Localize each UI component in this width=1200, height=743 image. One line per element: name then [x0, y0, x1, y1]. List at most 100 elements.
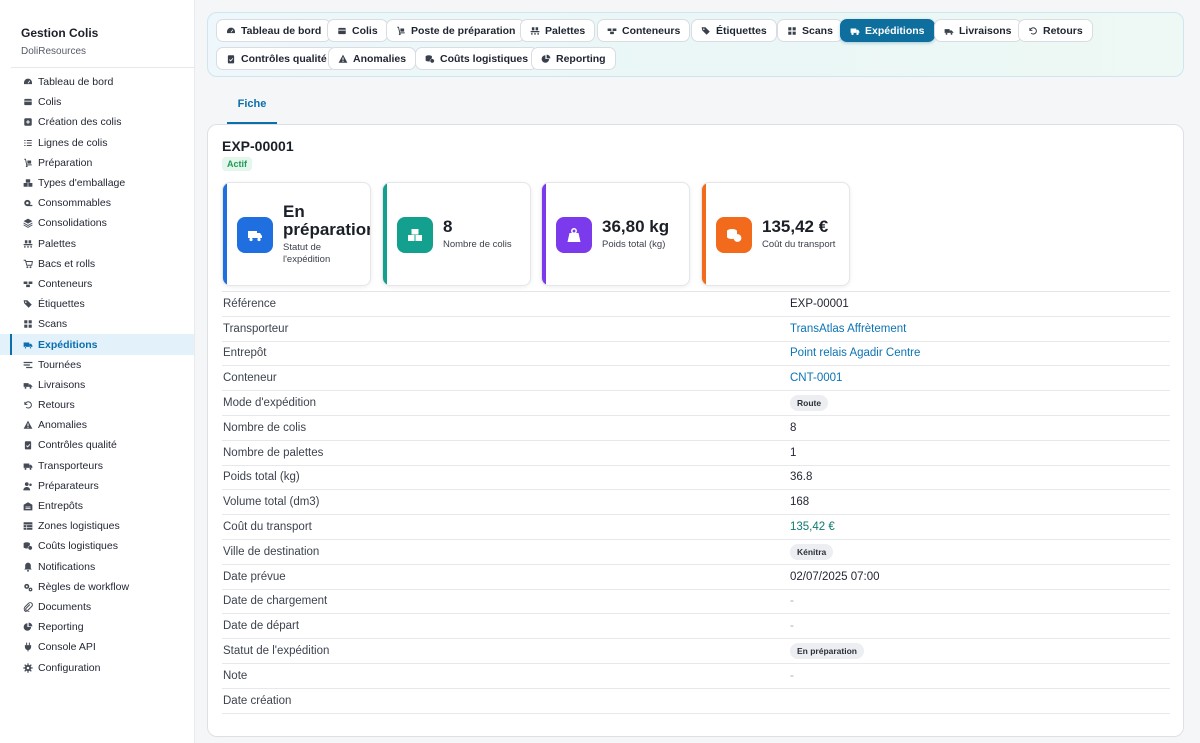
sidebar-item-reporting[interactable]: Reporting — [0, 617, 194, 637]
sidebar-item-colis[interactable]: Colis — [0, 92, 194, 112]
tab-label: Colis — [352, 24, 378, 37]
pie-chart-icon — [541, 54, 551, 64]
detail-value: - — [790, 595, 794, 608]
tab-conteneurs[interactable]: Conteneurs — [597, 19, 691, 42]
sidebar-item-lignes-de-colis[interactable]: Lignes de colis — [0, 133, 194, 153]
detail-row: Nombre de palettes 1 — [222, 441, 1170, 466]
tags-icon — [23, 299, 33, 309]
boxes-icon — [397, 217, 433, 253]
sidebar-item-documents[interactable]: Documents — [0, 597, 194, 617]
sidebar-item-zones-logistiques[interactable]: Zones logistiques — [0, 516, 194, 536]
detail-row: Ville de destination Kénitra — [222, 540, 1170, 565]
sidebar-item-livraisons[interactable]: Livraisons — [0, 375, 194, 395]
sidebar-item-retours[interactable]: Retours — [0, 395, 194, 415]
sidebar-item-couts-logistiques[interactable]: Coûts logistiques — [0, 536, 194, 556]
detail-row: Statut de l'expédition En préparation — [222, 639, 1170, 664]
tab-label: Poste de préparation — [411, 24, 516, 37]
app-subtitle: DoliResources — [21, 46, 87, 57]
sidebar-item-label: Notifications — [38, 560, 96, 573]
detail-row: Date de départ - — [222, 614, 1170, 640]
sidebar-item-configuration[interactable]: Configuration — [0, 657, 194, 677]
sidebar-item-notifications[interactable]: Notifications — [0, 557, 194, 577]
sidebar-item-anomalies[interactable]: Anomalies — [0, 415, 194, 435]
sidebar-item-tournees[interactable]: Tournées — [0, 355, 194, 375]
tab-scans[interactable]: Scans — [777, 19, 843, 42]
tab-livraisons[interactable]: Livraisons — [934, 19, 1022, 42]
sidebar-item-scans[interactable]: Scans — [0, 314, 194, 334]
tab-expeditions[interactable]: Expéditions — [840, 19, 935, 42]
detail-value: 168 — [790, 496, 810, 509]
sidebar-item-console-api[interactable]: Console API — [0, 637, 194, 657]
kpi-card: 135,42 € Coût du transport — [701, 182, 850, 286]
tab-colis[interactable]: Colis — [327, 19, 388, 42]
kpi-label: Coût du transport — [762, 238, 836, 250]
sidebar-item-creation-des-colis[interactable]: Création des colis — [0, 112, 194, 132]
cogs-icon — [23, 582, 33, 592]
undo-icon — [23, 400, 33, 410]
tab-etiquettes[interactable]: Étiquettes — [691, 19, 777, 42]
grid-icon — [23, 319, 33, 329]
truck-icon — [23, 461, 33, 471]
tab-fiche[interactable]: Fiche — [227, 96, 277, 124]
sidebar-item-bacs-et-rolls[interactable]: Bacs et rolls — [0, 254, 194, 274]
detail-value: En préparation — [790, 643, 864, 660]
shipping-truck-icon — [23, 340, 33, 350]
detail-link[interactable]: CNT-0001 — [790, 372, 842, 384]
detail-row: Coût du transport 135,42 € — [222, 515, 1170, 540]
list-icon — [23, 138, 33, 148]
container-icon — [607, 26, 617, 36]
sidebar-item-tableau-de-bord[interactable]: Tableau de bord — [0, 72, 194, 92]
detail-link[interactable]: Point relais Agadir Centre — [790, 347, 920, 359]
tab-controles-qualite[interactable]: Contrôles qualité — [216, 47, 337, 70]
tab-label: Tableau de bord — [241, 24, 322, 37]
sidebar-item-entrepots[interactable]: Entrepôts — [0, 496, 194, 516]
coins-icon — [716, 217, 752, 253]
tab-label: Conteneurs — [622, 24, 681, 37]
sidebar-item-conteneurs[interactable]: Conteneurs — [0, 274, 194, 294]
tab-couts-logistiques[interactable]: Coûts logistiques — [415, 47, 539, 70]
detail-row: Transporteur TransAtlas Affrètement — [222, 317, 1170, 342]
sidebar-item-label: Contrôles qualité — [38, 439, 117, 452]
detail-value: EXP-00001 — [790, 297, 849, 310]
sidebar-item-palettes[interactable]: Palettes — [0, 234, 194, 254]
sidebar-item-consolidations[interactable]: Consolidations — [0, 213, 194, 233]
detail-link[interactable]: TransAtlas Affrètement — [790, 323, 906, 335]
dolly-icon — [23, 158, 33, 168]
gear-icon — [23, 662, 33, 673]
sidebar-item-transporteurs[interactable]: Transporteurs — [0, 456, 194, 476]
tab-label: Scans — [802, 24, 833, 37]
tab-label: Palettes — [545, 24, 586, 37]
dashboard-icon — [226, 26, 236, 36]
detail-label: Date prévue — [223, 570, 286, 583]
kpi-body: En préparation Statut de l'expédition — [283, 183, 370, 285]
tab-retours[interactable]: Retours — [1018, 19, 1093, 42]
sidebar-item-consommables[interactable]: Consommables — [0, 193, 194, 213]
detail-label: Date de chargement — [223, 595, 328, 608]
tab-tableau-de-bord[interactable]: Tableau de bord — [216, 19, 332, 42]
detail-value: 8 — [790, 421, 797, 434]
tab-reporting[interactable]: Reporting — [531, 47, 616, 70]
sidebar: Gestion Colis DoliResources Tableau de b… — [0, 0, 195, 743]
detail-label: Statut de l'expédition — [223, 645, 330, 658]
detail-label: Date de départ — [223, 620, 300, 633]
sidebar-item-expeditions[interactable]: Expéditions — [0, 334, 194, 355]
clipboard-check-icon — [226, 54, 236, 64]
sidebar-item-types-d-emballage[interactable]: Types d'emballage — [0, 173, 194, 193]
pallet-icon — [530, 26, 540, 36]
plug-icon — [23, 642, 33, 652]
tab-palettes[interactable]: Palettes — [520, 19, 596, 42]
sidebar-item-preparation[interactable]: Préparation — [0, 153, 194, 173]
sidebar-item-label: Anomalies — [38, 419, 88, 432]
record-reference: EXP-00001 — [222, 138, 294, 154]
sidebar-item-preparateurs[interactable]: Préparateurs — [0, 476, 194, 496]
sidebar-item-etiquettes[interactable]: Étiquettes — [0, 294, 194, 314]
tab-anomalies[interactable]: Anomalies — [328, 47, 417, 70]
detail-label: Transporteur — [223, 322, 289, 335]
sidebar-item-label: Palettes — [38, 237, 76, 250]
tab-poste-de-preparation[interactable]: Poste de préparation — [386, 19, 526, 42]
sidebar-item-controles-qualite[interactable]: Contrôles qualité — [0, 435, 194, 455]
kpi-body: 135,42 € Coût du transport — [762, 183, 843, 285]
sidebar-item-regles-de-workflow[interactable]: Règles de workflow — [0, 577, 194, 597]
detail-label: Ville de destination — [223, 545, 320, 558]
kpi-card: En préparation Statut de l'expédition — [222, 182, 371, 286]
